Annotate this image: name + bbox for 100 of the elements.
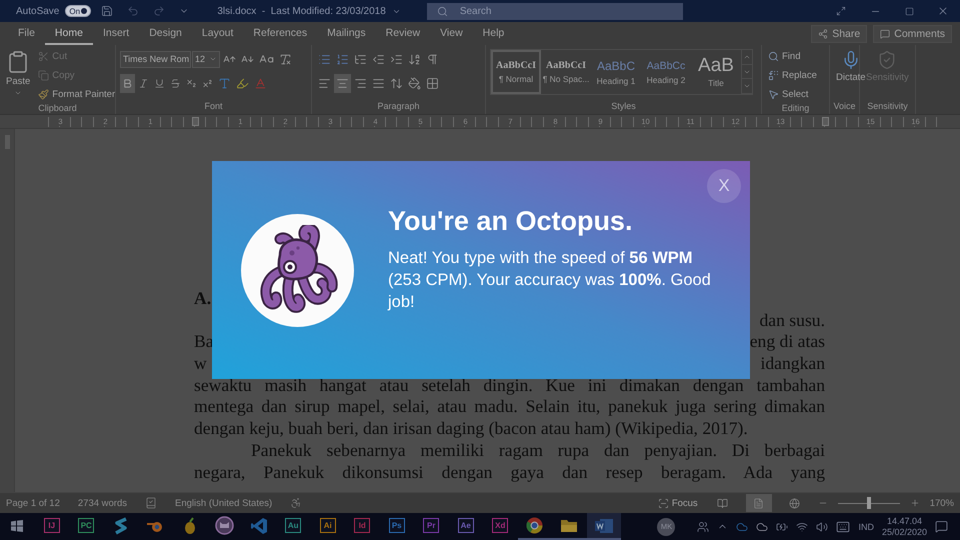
text-line: Panekuk sebenarnya memiliki ragam rupa dan penyajian. Di berbagai xyxy=(250,440,825,462)
taskbar-app[interactable]: Ps xyxy=(380,513,414,540)
autosave-label: AutoSave xyxy=(16,6,60,16)
view-button[interactable] xyxy=(746,494,772,512)
multilevel-list-icon xyxy=(354,52,367,66)
ribbon-tab[interactable]: Review xyxy=(376,22,430,45)
style-option[interactable]: AaB Title xyxy=(691,50,741,94)
taskbar-app[interactable]: IJ xyxy=(34,513,69,540)
clear-formatting-icon xyxy=(279,52,292,66)
font-size-field[interactable]: 12 xyxy=(192,50,220,68)
ribbon-tab[interactable]: File xyxy=(8,22,45,45)
accessibility-icon xyxy=(290,497,302,509)
s-logo-icon xyxy=(114,516,128,534)
focus-button[interactable]: Focus xyxy=(656,494,700,512)
ribbon-tab[interactable]: Help xyxy=(472,22,514,45)
ribbon-tab[interactable]: View xyxy=(430,22,473,45)
zoom-level[interactable]: 170% xyxy=(930,498,954,508)
group-label: Paragraph xyxy=(377,101,420,113)
clipboard-action[interactable]: Format Painter xyxy=(36,86,118,103)
editing-action[interactable]: Select xyxy=(766,86,819,103)
chrome-icon xyxy=(526,517,544,534)
ribbon-tab[interactable]: Insert xyxy=(92,22,140,45)
style-option[interactable]: AaBbCcI ¶ Normal xyxy=(491,50,541,94)
folder-icon xyxy=(560,518,578,533)
copy-icon xyxy=(38,70,50,81)
clock-time[interactable]: 14.47.04 xyxy=(886,516,922,526)
dictate-button[interactable]: Dictate xyxy=(834,48,868,101)
paste-button[interactable]: Paste xyxy=(4,48,32,103)
app-tile-icon: Xd xyxy=(492,518,508,533)
caret-icon xyxy=(14,89,22,97)
ribbon-tab[interactable]: Layout xyxy=(192,22,244,45)
ribbon-tab[interactable]: Design xyxy=(139,22,192,45)
save-icon xyxy=(101,5,114,17)
close-button[interactable]: X xyxy=(707,169,741,203)
underline-icon xyxy=(154,78,165,88)
cloud-icon xyxy=(756,520,768,532)
app-tile-icon: Ps xyxy=(388,518,405,533)
clock-date[interactable]: 25/02/2020 xyxy=(882,526,927,538)
text-line: mentega dan sirup mapel, selai, atau madu. Selain itu, panekuk juga sering dimakan xyxy=(194,396,825,418)
bold-button[interactable] xyxy=(120,74,135,92)
ribbon-tab[interactable]: Mailings xyxy=(317,22,376,45)
bold-icon xyxy=(122,78,133,88)
ribbon-tab[interactable]: References xyxy=(243,22,318,45)
fruit-icon xyxy=(182,516,197,534)
style-option[interactable]: AaBbC Heading 1 xyxy=(591,50,641,94)
style-option[interactable]: AaBbCc Heading 2 xyxy=(641,50,691,94)
style-name: Heading 2 xyxy=(646,74,686,84)
sort-icon xyxy=(408,52,421,66)
text-line: sewaktu masih hangat atau setelah dingin. Kue ini dimakan dengan tambahan xyxy=(194,374,825,396)
numbered-list-icon xyxy=(336,52,349,66)
taskbar-app[interactable] xyxy=(586,513,621,540)
style-option[interactable]: AaBbCcI ¶ No Spac... xyxy=(541,50,591,94)
indent-marker[interactable] xyxy=(192,117,199,126)
taskbar-app[interactable]: Ai xyxy=(310,513,345,540)
language-label[interactable]: English (United States) xyxy=(175,498,272,508)
word-count[interactable]: 2734 words xyxy=(78,498,128,508)
font-name-field[interactable]: Times New Rom xyxy=(120,50,191,68)
document-title[interactable]: 3lsi.docx - Last Modified: 23/03/2018 xyxy=(217,6,386,16)
taskbar-app[interactable]: Xd xyxy=(483,513,518,540)
subscript-icon xyxy=(186,78,197,88)
style-preview: AaB xyxy=(698,56,734,75)
superscript-icon xyxy=(202,78,213,88)
align-button[interactable] xyxy=(334,74,351,92)
search-field[interactable]: Search xyxy=(426,2,683,20)
editing-action[interactable]: Replace xyxy=(766,67,819,84)
taskbar-app[interactable]: Id xyxy=(345,513,380,540)
book-icon xyxy=(717,498,728,508)
borders-icon xyxy=(426,76,439,90)
section-heading: A. xyxy=(194,288,212,310)
taskbar-app[interactable]: Au xyxy=(276,513,310,540)
proofing-icon xyxy=(145,497,158,509)
autosave-toggle[interactable]: On xyxy=(65,5,92,17)
taskbar-app[interactable]: Ae xyxy=(448,513,483,540)
cloud-icon xyxy=(736,520,748,532)
highlighter-icon xyxy=(236,76,249,90)
taskbar-app[interactable]: PC xyxy=(69,513,104,540)
comments-button[interactable]: Comments xyxy=(873,24,952,42)
style-preview: AaBbCcI xyxy=(546,60,586,71)
taskbar-app[interactable]: Pr xyxy=(414,513,448,540)
indent-marker[interactable] xyxy=(822,117,829,126)
editing-action[interactable]: Find xyxy=(766,48,819,65)
search-icon xyxy=(436,6,448,16)
font-color-icon xyxy=(254,76,267,90)
align-center-icon xyxy=(336,76,349,90)
share-button[interactable]: Share xyxy=(811,24,868,42)
input-language[interactable]: IND xyxy=(858,522,874,532)
comment-icon xyxy=(880,28,890,38)
zoom-thumb[interactable] xyxy=(866,497,871,509)
page-count[interactable]: Page 1 of 12 xyxy=(6,498,60,508)
strikethrough-icon xyxy=(170,78,181,88)
caret-icon xyxy=(209,55,217,63)
increase-indent-icon xyxy=(390,52,403,66)
group-label: Sensitivity xyxy=(867,101,908,113)
app-tile-icon: Ae xyxy=(458,518,474,533)
italic-icon xyxy=(138,78,149,88)
group-label: Editing xyxy=(782,103,810,114)
windows-icon xyxy=(11,520,24,532)
app-tile-icon: PC xyxy=(78,518,94,533)
app-tile-icon: Pr xyxy=(423,518,440,533)
text-fragment: w xyxy=(194,353,207,375)
